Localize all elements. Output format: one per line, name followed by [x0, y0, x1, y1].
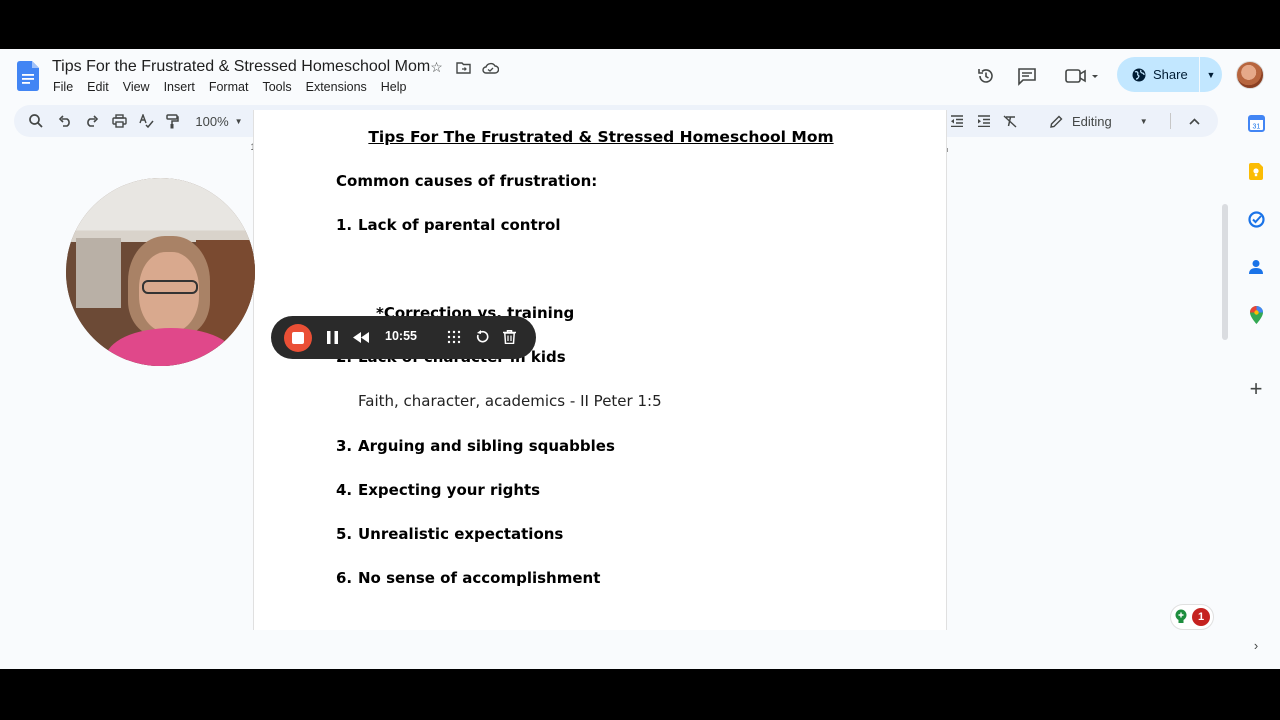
menu-extensions[interactable]: Extensions	[306, 80, 367, 94]
pencil-icon	[1050, 115, 1063, 128]
spellcheck-icon[interactable]	[136, 105, 156, 137]
rewind-icon[interactable]	[351, 327, 371, 347]
chevron-down-icon: ▼	[1139, 116, 1148, 126]
editing-mode-select[interactable]: Editing ▼	[1050, 105, 1158, 137]
cloud-status-icon[interactable]	[482, 59, 499, 76]
chevron-down-icon: ▼	[234, 116, 243, 126]
avatar[interactable]	[1236, 61, 1264, 89]
undo-icon[interactable]	[55, 105, 75, 137]
paint-format-icon[interactable]	[162, 105, 182, 137]
comments-icon[interactable]	[1016, 65, 1038, 87]
globe-icon	[1132, 68, 1146, 81]
side-panel: 31 + ›	[1240, 105, 1274, 665]
stop-recording-button[interactable]	[284, 324, 312, 352]
calendar-icon[interactable]: 31	[1246, 113, 1266, 133]
list-item-text: Arguing and sibling squabbles	[358, 437, 615, 455]
star-icon[interactable]: ☆	[428, 59, 445, 76]
list-item-text: No sense of accomplishment	[358, 569, 601, 587]
share-label: Share	[1153, 67, 1188, 82]
list-number: 6.	[336, 569, 353, 587]
screen-recorder-controls: 10:55	[271, 316, 536, 359]
list-item: 1. Lack of parental control	[336, 216, 560, 234]
recording-timer: 10:55	[385, 329, 417, 343]
menu-tools[interactable]: Tools	[262, 80, 291, 94]
list-number: 3.	[336, 437, 353, 455]
svg-text:31: 31	[1252, 123, 1260, 130]
list-item-text: Unrealistic expectations	[358, 525, 564, 543]
get-addons-icon[interactable]: +	[1246, 376, 1266, 401]
letterbox-bottom	[0, 669, 1280, 720]
meet-icon[interactable]	[1062, 65, 1102, 87]
document-subheading: Common causes of frustration:	[336, 172, 598, 190]
pause-icon[interactable]	[322, 327, 342, 347]
contacts-icon[interactable]	[1246, 257, 1266, 277]
decrease-indent-icon[interactable]	[947, 105, 967, 137]
docs-logo-icon[interactable]	[17, 61, 39, 91]
menu-bar: File Edit View Insert Format Tools Exten…	[53, 80, 421, 94]
zoom-value: 100%	[195, 113, 229, 129]
share-button[interactable]: Share ▼	[1117, 57, 1222, 92]
tasks-icon[interactable]	[1246, 209, 1266, 229]
list-item: 6. No sense of accomplishment	[336, 569, 600, 587]
clear-formatting-icon[interactable]	[1000, 105, 1020, 137]
hide-menus-icon[interactable]	[1184, 105, 1204, 137]
increase-indent-icon[interactable]	[974, 105, 994, 137]
list-item-text: Faith, character, academics - II Peter 1…	[358, 392, 662, 410]
search-menus-icon[interactable]	[26, 105, 46, 137]
print-icon[interactable]	[109, 105, 129, 137]
menu-help[interactable]: Help	[381, 80, 407, 94]
editing-mode-label: Editing	[1072, 113, 1112, 129]
menu-edit[interactable]: Edit	[87, 80, 109, 94]
list-item: 3. Arguing and sibling squabbles	[336, 437, 615, 455]
expand-side-panel-icon[interactable]: ›	[1246, 635, 1266, 655]
webcam-overlay	[66, 178, 255, 366]
scrollbar[interactable]	[1222, 204, 1228, 340]
menu-insert[interactable]: Insert	[164, 80, 195, 94]
list-number: 4.	[336, 481, 353, 499]
menu-file[interactable]: File	[53, 80, 73, 94]
list-item-text: Lack of parental control	[358, 216, 561, 234]
letterbox-top	[0, 0, 1280, 49]
share-dropdown-icon[interactable]: ▼	[1200, 70, 1222, 80]
list-item: Faith, character, academics - II Peter 1…	[358, 392, 662, 410]
menu-view[interactable]: View	[123, 80, 150, 94]
list-number: 1.	[336, 216, 353, 234]
list-item: 5. Unrealistic expectations	[336, 525, 563, 543]
maps-icon[interactable]	[1246, 305, 1266, 325]
list-number: 5.	[336, 525, 353, 543]
delete-icon[interactable]	[499, 327, 519, 347]
comment-indicator[interactable]: 1	[1170, 604, 1214, 630]
keep-icon[interactable]	[1246, 161, 1266, 181]
document-title[interactable]: Tips For the Frustrated & Stressed Homes…	[52, 58, 430, 76]
list-item-text: Expecting your rights	[358, 481, 541, 499]
redo-icon[interactable]	[82, 105, 102, 137]
move-folder-icon[interactable]	[455, 59, 472, 76]
list-item: 4. Expecting your rights	[336, 481, 540, 499]
document-heading: Tips For The Frustrated & Stressed Homes…	[368, 128, 834, 146]
document-page[interactable]: Tips For The Frustrated & Stressed Homes…	[253, 110, 947, 630]
drag-handle-icon[interactable]	[444, 327, 464, 347]
menu-format[interactable]: Format	[209, 80, 249, 94]
restart-icon[interactable]	[472, 327, 492, 347]
zoom-select[interactable]: 100% ▼	[192, 105, 246, 137]
lightbulb-icon	[1175, 609, 1187, 623]
comment-count-badge: 1	[1192, 608, 1210, 626]
version-history-icon[interactable]	[975, 65, 997, 87]
